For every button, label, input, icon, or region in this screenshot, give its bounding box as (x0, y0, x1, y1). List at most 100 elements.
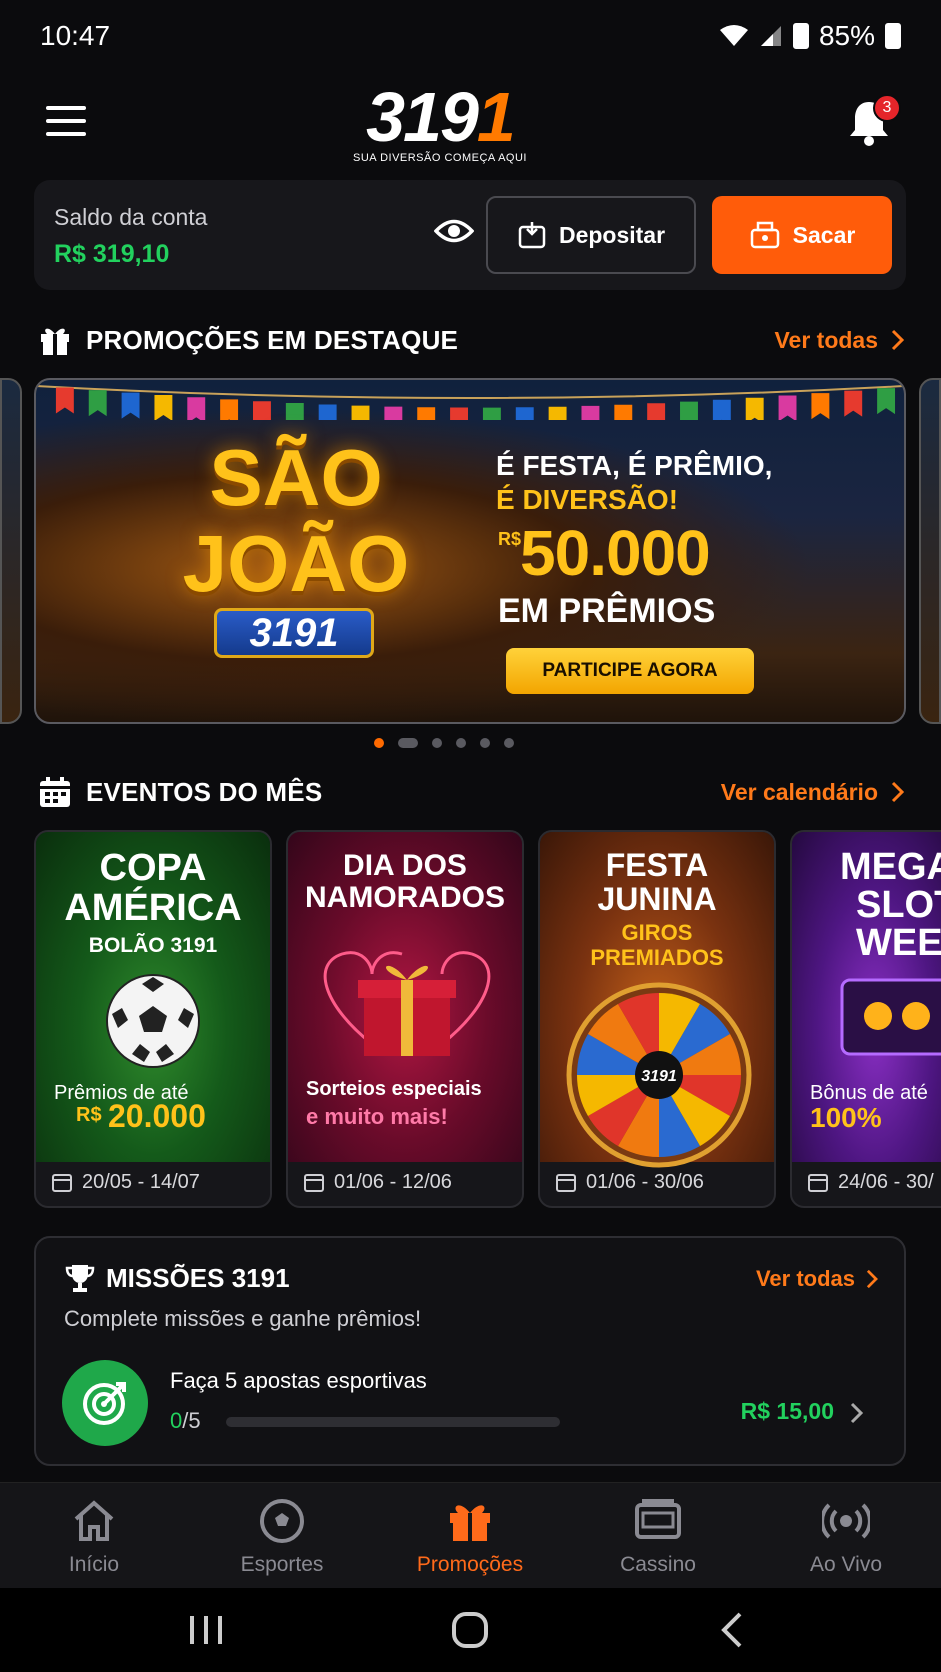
link-label: Ver todas (755, 1266, 855, 1291)
event-date-range: 20/05 - 14/07 (82, 1170, 200, 1193)
event-date-range: 01/06 - 30/06 (586, 1170, 704, 1193)
mission-item[interactable]: Faça 5 apostas esportivas 0/5 R$ 15,00 (60, 1358, 884, 1448)
event-title-line: AMÉRICA (64, 887, 242, 929)
festive-flag (384, 406, 403, 420)
home-icon (74, 1500, 114, 1541)
nav-item-inicio[interactable]: Início (14, 1497, 174, 1583)
prize-wheel-icon: 3191 (566, 982, 752, 1168)
toggle-balance-visibility[interactable] (433, 216, 475, 246)
see-calendar-link[interactable]: Ver calendário (721, 779, 904, 806)
banner-prize-amount: 50.000 (520, 517, 711, 589)
back-icon[interactable] (712, 1610, 756, 1650)
home-circle-icon[interactable] (448, 1610, 492, 1650)
event-title-line: JUNINA (597, 881, 717, 917)
carousel-dot[interactable] (456, 738, 466, 748)
event-title-line: NAMORADOS (305, 881, 505, 914)
nav-item-esportes[interactable]: Esportes (202, 1497, 362, 1583)
calendar-icon (808, 1174, 828, 1192)
festive-flag (154, 394, 173, 420)
events-carousel[interactable]: COPA AMÉRICA BOLÃO 3191 Prêmios de até R… (34, 830, 941, 1208)
soccer-ball-icon (106, 974, 200, 1068)
next-banner-peek[interactable] (919, 378, 941, 724)
event-highlight: 100% (810, 1102, 882, 1133)
participate-button[interactable]: PARTICIPE AGORA (506, 648, 754, 694)
see-all-missions-link[interactable]: Ver todas (756, 1266, 878, 1292)
festive-flag (581, 405, 600, 420)
carousel-dot[interactable] (504, 738, 514, 748)
nav-item-promocoes[interactable]: Promoções (390, 1497, 550, 1583)
event-art: DIA DOS NAMORADOS Sorteios especiais e m… (288, 832, 522, 1162)
nav-label: Início (68, 1553, 120, 1576)
festive-flag (712, 399, 731, 420)
festive-flag (121, 392, 140, 419)
event-title: MEGA SLOT WEE (840, 848, 941, 962)
carousel-dot[interactable] (432, 738, 442, 748)
event-art: COPA AMÉRICA BOLÃO 3191 Prêmios de até R… (36, 832, 270, 1162)
festive-flag (220, 399, 239, 420)
event-date-range: 01/06 - 12/06 (334, 1170, 452, 1193)
notifications-button[interactable]: 3 (847, 94, 901, 148)
festive-flag (548, 406, 567, 420)
carousel-indicators (374, 738, 514, 748)
event-title-line: MEGA (840, 846, 941, 888)
trophy-icon (65, 1265, 95, 1292)
section-title: PROMOÇÕES EM DESTAQUE (86, 324, 459, 355)
battery-level: 85% (818, 20, 875, 51)
festive-flag (680, 401, 698, 420)
carousel-dot[interactable] (480, 738, 490, 748)
see-all-promotions-link[interactable]: Ver todas (774, 327, 904, 354)
event-card-dia-dos-namorados[interactable]: DIA DOS NAMORADOS Sorteios especiais e m… (286, 830, 524, 1208)
carousel-dot[interactable] (398, 738, 418, 748)
logo[interactable]: 3191 SUA DIVERSÃO COMEÇA AQUI (340, 78, 540, 168)
mission-progress-bar (226, 1417, 560, 1427)
event-subtitle-line: PREMIADOS (590, 945, 724, 970)
mission-progress-text: 0/5 (170, 1408, 201, 1434)
festive-flag (778, 395, 797, 420)
nav-label: Ao Vivo (810, 1553, 882, 1576)
menu-icon-line (46, 132, 86, 136)
menu-button[interactable] (46, 106, 86, 136)
event-title-line: DIA DOS (343, 849, 467, 882)
deposit-button[interactable]: Depositar (486, 196, 696, 274)
event-caption: Sorteios especiais (306, 1078, 482, 1100)
status-time: 10:47 (40, 20, 111, 51)
previous-banner-peek[interactable] (0, 378, 22, 724)
menu-icon-line (46, 106, 86, 110)
balance-card: Saldo da conta R$ 319,10 Depositar Sacar (34, 180, 906, 290)
event-title-line: COPA (99, 847, 207, 889)
event-card-copa-america[interactable]: COPA AMÉRICA BOLÃO 3191 Prêmios de até R… (34, 830, 272, 1208)
banner-currency: R$ (498, 529, 522, 549)
chevron-right-icon (891, 329, 904, 351)
event-highlight: e muito mais! (306, 1104, 448, 1129)
carousel-dot[interactable] (374, 738, 384, 748)
event-dates: 01/06 - 30/06 (540, 1158, 774, 1206)
section-title: EVENTOS DO MÊS (86, 776, 323, 807)
nav-item-ao-vivo[interactable]: Ao Vivo (766, 1497, 926, 1583)
link-label: Ver calendário (720, 778, 878, 805)
menu-icon-line (46, 119, 86, 123)
festive-flag (285, 402, 304, 420)
event-title-line: FESTA (605, 847, 709, 883)
withdraw-button[interactable]: Sacar (712, 196, 892, 274)
festive-flag (745, 397, 764, 420)
calendar-icon (52, 1174, 72, 1192)
event-card-mega-slot-week[interactable]: MEGA SLOT WEE Bônus de até 100% 24/06 - … (790, 830, 941, 1208)
gift-icon (450, 1505, 490, 1541)
event-card-festa-junina[interactable]: FESTA JUNINA GIROS PREMIADOS 3191 01/06 … (538, 830, 776, 1208)
festive-flag (647, 403, 666, 420)
sao-joao-banner[interactable]: SÃO JOÃO 3191 É FESTA, É PRÊMIO, É DIVER… (34, 378, 906, 724)
recent-apps-icon[interactable] (184, 1610, 228, 1650)
balance-value: R$ 319,10 (54, 240, 170, 268)
slot-machine-icon (635, 1499, 681, 1539)
events-section-header: EVENTOS DO MÊS Ver calendário (38, 772, 904, 812)
event-title-line: WEE (856, 922, 941, 964)
event-subtitle: GIROS PREMIADOS (540, 920, 774, 970)
missions-description: Complete missões e ganhe prêmios! (64, 1306, 422, 1331)
nav-item-cassino[interactable]: Cassino (578, 1497, 738, 1583)
promo-carousel[interactable]: SÃO JOÃO 3191 É FESTA, É PRÊMIO, É DIVER… (0, 378, 941, 724)
status-icons: 85% (719, 20, 901, 52)
cash-register-icon (750, 221, 779, 249)
banner-brand-badge: 3191 (214, 608, 374, 658)
event-subtitle-line: GIROS (621, 920, 693, 945)
banner-headline: SÃO JOÃO (156, 435, 436, 607)
